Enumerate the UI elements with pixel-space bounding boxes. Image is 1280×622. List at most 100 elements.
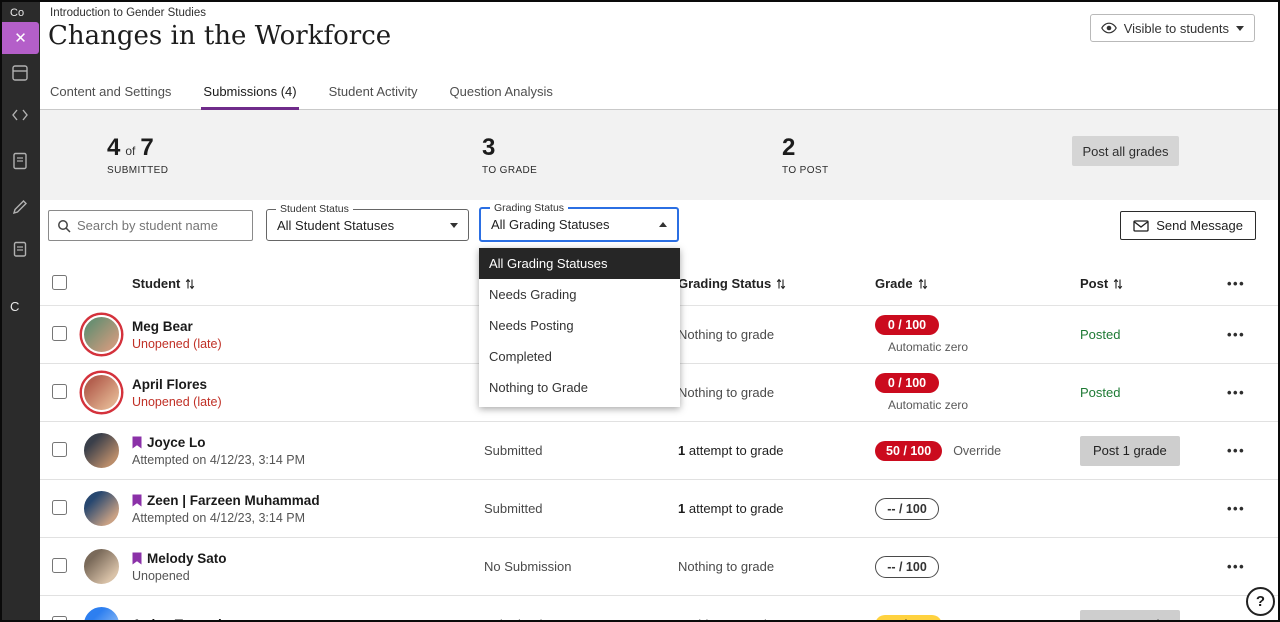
course-sidebar: Co ✕ C: [2, 2, 40, 620]
column-header-post[interactable]: Post: [1080, 276, 1227, 291]
dropdown-option[interactable]: Completed: [479, 341, 680, 372]
tab-content-and-settings[interactable]: Content and Settings: [48, 72, 173, 110]
table-row: Joyce Lo Attempted on 4/12/23, 3:14 PM S…: [40, 422, 1278, 480]
column-header-grade[interactable]: Grade: [875, 276, 1080, 291]
stat-submitted: 4 of 7 SUBMITTED: [107, 134, 168, 176]
breadcrumb[interactable]: Introduction to Gender Studies: [50, 7, 206, 19]
submission-status: Submitted: [484, 617, 678, 622]
row-options-menu[interactable]: •••: [1227, 443, 1245, 458]
submission-status: No Submission: [484, 559, 678, 574]
row-checkbox[interactable]: [52, 384, 67, 399]
stat-to-grade: 3 TO GRADE: [482, 134, 537, 176]
student-status-label: Student Status: [276, 203, 353, 215]
tab-submissions[interactable]: Submissions (4): [201, 72, 298, 110]
student-name[interactable]: April Flores: [132, 377, 484, 392]
grade-pill[interactable]: -- / 100: [875, 556, 939, 578]
post-grade-button[interactable]: Post 1 grade: [1080, 436, 1180, 466]
submission-substatus: Unopened (late): [132, 395, 484, 409]
dropdown-option[interactable]: Needs Grading: [479, 279, 680, 310]
stat-to-post-label: TO POST: [782, 165, 829, 176]
visibility-button[interactable]: Visible to students: [1090, 14, 1255, 42]
stats-band: 4 of 7 SUBMITTED 3 TO GRADE 2 TO POST Po…: [40, 110, 1278, 200]
grade-pill[interactable]: -- / 100: [875, 498, 939, 520]
row-checkbox[interactable]: [52, 442, 67, 457]
row-options-menu[interactable]: •••: [1227, 617, 1245, 622]
submission-substatus: Unopened (late): [132, 337, 484, 351]
student-name[interactable]: Melody Sato: [147, 551, 227, 566]
avatar: [82, 373, 121, 412]
row-options-menu[interactable]: •••: [1227, 559, 1245, 574]
sort-icon: [1113, 278, 1123, 290]
tab-question-analysis[interactable]: Question Analysis: [448, 72, 555, 110]
submission-status: Submitted: [484, 443, 678, 458]
grading-status-cell: 1 attempt to grade: [678, 443, 875, 458]
envelope-icon: [1133, 220, 1149, 232]
stat-to-grade-value: 3: [482, 134, 495, 162]
student-name[interactable]: Arden Tuomala: [132, 617, 484, 622]
dropdown-option[interactable]: All Grading Statuses: [479, 248, 680, 279]
student-name[interactable]: Joyce Lo: [147, 435, 206, 450]
table-row: Zeen | Farzeen Muhammad Attempted on 4/1…: [40, 480, 1278, 538]
stat-to-post-value: 2: [782, 134, 795, 162]
sort-icon: [918, 278, 928, 290]
visibility-label: Visible to students: [1124, 21, 1229, 36]
grading-status-cell: Nothing to grade: [678, 617, 875, 622]
dropdown-option[interactable]: Needs Posting: [479, 310, 680, 341]
grid-icon[interactable]: [11, 64, 29, 82]
chevron-down-icon: [450, 223, 458, 228]
grading-status-dropdown: All Grading Statuses Needs Grading Needs…: [479, 248, 680, 407]
code-icon[interactable]: [11, 106, 29, 124]
grade-cell: 0 / 100 Automatic zero: [875, 373, 1080, 412]
row-options-menu[interactable]: •••: [1227, 327, 1245, 342]
stat-to-grade-label: TO GRADE: [482, 165, 537, 176]
sidebar-clipped-text: Co: [10, 7, 24, 19]
row-checkbox[interactable]: [52, 558, 67, 573]
post-grade-button[interactable]: Post 1 grade: [1080, 610, 1180, 622]
document-icon[interactable]: [11, 152, 29, 170]
grade-note: Automatic zero: [888, 398, 1080, 412]
grading-status-select[interactable]: Grading Status All Grading Statuses: [479, 207, 679, 242]
submission-substatus: Unopened: [132, 569, 484, 583]
send-message-label: Send Message: [1156, 218, 1243, 233]
help-button[interactable]: ?: [1246, 587, 1275, 616]
avatar: [82, 489, 121, 528]
stat-submitted-value: 4: [107, 134, 120, 162]
grade-pill[interactable]: 0 / 100: [875, 315, 939, 335]
row-options-menu[interactable]: •••: [1227, 385, 1245, 400]
avatar: [82, 431, 121, 470]
tab-student-activity[interactable]: Student Activity: [327, 72, 420, 110]
grade-pill[interactable]: 0 / 100: [875, 373, 939, 393]
row-options-menu[interactable]: •••: [1227, 501, 1245, 516]
column-header-student[interactable]: Student: [132, 276, 484, 291]
search-box[interactable]: [48, 210, 253, 241]
student-name[interactable]: Zeen | Farzeen Muhammad: [147, 493, 320, 508]
student-status-select[interactable]: Student Status All Student Statuses: [266, 209, 469, 241]
student-name[interactable]: Meg Bear: [132, 319, 484, 334]
select-all-checkbox[interactable]: [52, 275, 67, 290]
submission-status: Submitted: [484, 501, 678, 516]
row-checkbox[interactable]: [52, 326, 67, 341]
grade-cell: 70 / 100: [875, 615, 1080, 622]
grade-pill[interactable]: 50 / 100: [875, 441, 942, 461]
grading-status-value: All Grading Statuses: [491, 217, 659, 232]
close-panel-button[interactable]: ✕: [2, 22, 39, 54]
post-all-grades-button[interactable]: Post all grades: [1072, 136, 1179, 166]
flag-icon: [132, 552, 142, 565]
grade-cell: -- / 100: [875, 556, 1080, 578]
pencil-icon[interactable]: [11, 198, 29, 216]
grading-status-label: Grading Status: [490, 202, 568, 214]
grading-status-cell: Nothing to grade: [678, 327, 875, 342]
flag-icon: [132, 436, 142, 449]
tab-bar: Content and Settings Submissions (4) Stu…: [40, 72, 1278, 110]
table-options-menu[interactable]: •••: [1227, 276, 1245, 291]
send-message-button[interactable]: Send Message: [1120, 211, 1256, 240]
dropdown-option[interactable]: Nothing to Grade: [479, 372, 680, 403]
row-checkbox[interactable]: [52, 500, 67, 515]
row-checkbox[interactable]: [52, 616, 67, 622]
column-header-grading-status[interactable]: Grading Status: [678, 276, 875, 291]
grade-pill[interactable]: 70 / 100: [875, 615, 942, 622]
clipboard-icon[interactable]: [11, 240, 29, 258]
search-input[interactable]: [77, 218, 244, 233]
stat-to-post: 2 TO POST: [782, 134, 829, 176]
avatar: [82, 547, 121, 586]
